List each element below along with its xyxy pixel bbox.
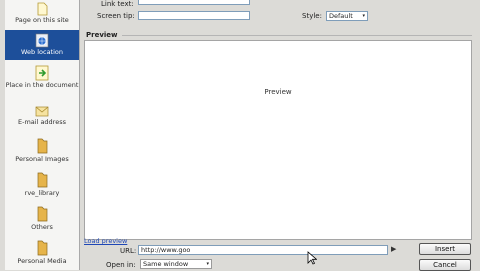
- preview-divider: [122, 35, 472, 36]
- folder-icon: [37, 206, 48, 222]
- sidebar-item-personal-media[interactable]: Personal Media: [5, 238, 79, 268]
- sidebar-item-label: Web location: [20, 48, 64, 56]
- open-in-label: Open in:: [106, 261, 136, 269]
- envelope-icon: [35, 106, 49, 117]
- page-icon: [37, 2, 48, 16]
- sidebar-item-email[interactable]: E-mail address: [5, 102, 79, 132]
- sidebar-item-label: Page on this site: [15, 16, 69, 24]
- sidebar-item-label: Place in the document: [5, 81, 79, 89]
- sidebar-item-place-in-document[interactable]: Place in the document: [5, 64, 79, 98]
- style-select[interactable]: Default ▾: [326, 11, 368, 21]
- anchor-page-icon: [35, 65, 49, 81]
- folder-icon: [37, 138, 48, 154]
- sidebar-item-label: rve_library: [24, 189, 60, 197]
- open-in-value: Same window: [143, 260, 189, 268]
- link-text-label: Link text:: [101, 0, 134, 8]
- sidebar-item-personal-images[interactable]: Personal Images: [5, 136, 79, 166]
- cancel-button[interactable]: Cancel: [419, 259, 471, 271]
- folder-icon: [37, 172, 48, 188]
- chevron-down-icon: ▾: [206, 261, 209, 267]
- screen-tip-input[interactable]: [138, 11, 250, 20]
- open-in-select[interactable]: Same window ▾: [140, 259, 212, 269]
- link-type-sidebar: Page on this site Web location Place in …: [5, 0, 80, 270]
- sidebar-item-label: Personal Images: [15, 155, 69, 163]
- url-input-value: http://www.goo: [141, 246, 191, 254]
- sidebar-item-label: Personal Media: [17, 257, 67, 265]
- play-arrow-icon[interactable]: ▶: [391, 245, 396, 253]
- folder-icon: [37, 240, 48, 256]
- style-select-value: Default: [329, 12, 353, 20]
- sidebar-item-web-location[interactable]: Web location: [5, 30, 79, 60]
- chevron-down-icon: ▾: [362, 13, 365, 19]
- style-label: Style:: [302, 12, 322, 20]
- mouse-cursor-icon: [307, 251, 317, 265]
- sidebar-item-others[interactable]: Others: [5, 204, 79, 234]
- screen-tip-label: Screen tip:: [97, 12, 135, 20]
- sidebar-item-label: Others: [31, 223, 53, 231]
- sidebar-item-page-on-site[interactable]: Page on this site: [5, 0, 79, 26]
- sidebar-item-label: E-mail address: [18, 118, 66, 126]
- preview-pane: Preview: [84, 40, 472, 240]
- sidebar-item-rve-library[interactable]: rve_library: [5, 170, 79, 200]
- globe-icon: [35, 33, 49, 48]
- preview-placeholder-text: Preview: [264, 88, 292, 96]
- link-text-input[interactable]: [138, 0, 250, 5]
- url-input[interactable]: http://www.goo: [138, 245, 388, 255]
- preview-section-title: Preview: [86, 31, 118, 39]
- url-label: URL:: [120, 247, 137, 255]
- load-preview-link[interactable]: Load preview: [84, 237, 127, 245]
- insert-button[interactable]: Insert: [419, 243, 471, 255]
